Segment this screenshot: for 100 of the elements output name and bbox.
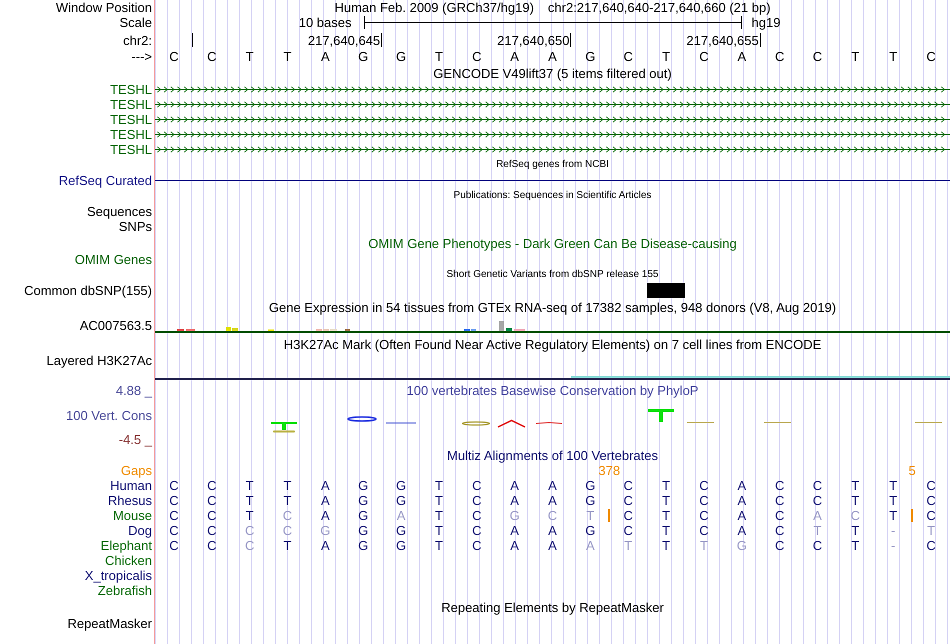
conservation-mark	[687, 422, 714, 423]
track-label: Sequences	[86, 204, 152, 219]
aligned-base: C	[282, 523, 292, 538]
track-label: TESHL	[110, 127, 152, 142]
base-letter: C	[206, 48, 218, 64]
track-title: Publications: Sequences in Scientific Articles	[454, 190, 652, 202]
expression-bar	[506, 328, 512, 331]
aligned-base: T	[434, 523, 443, 538]
aligned-base: T	[284, 478, 292, 493]
aligned-base: A	[737, 508, 746, 523]
aligned-base: A	[813, 508, 822, 523]
aligned-base: T	[889, 493, 898, 508]
aligned-base: A	[510, 478, 519, 493]
aligned-base: C	[624, 523, 633, 538]
aligned-base: T	[889, 508, 898, 523]
base-letter: A	[547, 48, 558, 64]
base-letter: G	[584, 48, 596, 64]
aligned-base: G	[358, 508, 368, 523]
aligned-base: T	[586, 508, 594, 523]
aligned-base: A	[321, 508, 330, 523]
aligned-base: C	[774, 478, 784, 493]
base-letter: C	[168, 48, 180, 64]
base-letter: T	[850, 48, 860, 64]
aligned-base: G	[396, 478, 406, 493]
aligned-base: C	[207, 478, 216, 493]
aligned-base: A	[737, 493, 746, 508]
aligned-base: G	[510, 508, 520, 523]
track-label: SNPs	[118, 219, 152, 234]
base-letter: C	[622, 48, 634, 64]
track-label: AC007563.5	[80, 318, 152, 333]
base-letter: G	[357, 48, 370, 64]
insertion-mark	[608, 509, 610, 522]
axis-label: 4.88 _	[116, 383, 152, 398]
track-title: GENCODE V49lift37 (5 items filtered out)	[433, 66, 672, 80]
aligned-base: C	[472, 523, 482, 538]
base-letter: T	[661, 48, 672, 64]
aligned-base: C	[624, 508, 633, 523]
ruler-tick	[381, 33, 382, 47]
conservation-mark	[498, 420, 526, 428]
aligned-base: C	[699, 478, 709, 493]
gap-count: 378	[598, 463, 620, 478]
aligned-base: T	[851, 493, 860, 508]
aligned-base: G	[396, 538, 406, 553]
conservation-mark	[648, 409, 674, 422]
aligned-base: A	[548, 538, 557, 553]
aligned-base: A	[737, 523, 746, 538]
aligned-base: T	[284, 493, 292, 508]
conservation-mark	[536, 422, 562, 424]
aligned-base: A	[321, 493, 330, 508]
row-label: chr2:	[123, 33, 152, 48]
base-letter: A	[509, 48, 520, 64]
aligned-base: G	[585, 523, 596, 538]
aligned-base: A	[548, 523, 557, 538]
aligned-base: C	[244, 538, 254, 553]
aligned-base: A	[548, 493, 557, 508]
aligned-base: T	[851, 523, 860, 538]
aligned-base: C	[207, 538, 216, 553]
base-letter: A	[320, 48, 331, 64]
coordinate-label: 217,640,645	[308, 33, 380, 48]
aligned-base: C	[699, 493, 709, 508]
aligned-base: C	[926, 508, 936, 523]
aligned-base: C	[169, 478, 179, 493]
aligned-base: C	[926, 493, 936, 508]
track-label: TESHL	[110, 97, 152, 112]
aligned-base: G	[320, 523, 330, 538]
row-label: --->	[131, 48, 152, 64]
aligned-base: A	[586, 538, 595, 553]
position-range: chr2:217,640,640-217,640,660 (21 bp)	[548, 0, 771, 15]
aligned-base: C	[774, 508, 784, 523]
aligned-base: C	[624, 493, 633, 508]
track-label: TESHL	[110, 112, 152, 127]
aligned-base: T	[434, 493, 443, 508]
track-title: RefSeq genes from NCBI	[496, 159, 609, 171]
aligned-base: T	[434, 478, 443, 493]
base-letter: A	[736, 48, 748, 64]
aligned-base: T	[851, 538, 860, 553]
coordinate-label: 217,640,650	[497, 33, 570, 48]
row-label: Scale	[119, 15, 152, 30]
aligned-base: A	[510, 538, 519, 553]
aligned-base: C	[812, 538, 822, 553]
species-label: Zebrafish	[98, 583, 152, 598]
aligned-base: C	[207, 523, 216, 538]
track-title: H3K27Ac Mark (Often Found Near Active Regulatory Elements) on 7 cell lines from ENCODE	[284, 336, 822, 352]
aligned-base: G	[358, 523, 368, 538]
base-letter: C	[698, 48, 710, 64]
aligned-base: C	[169, 493, 179, 508]
aligned-base: G	[358, 538, 368, 553]
conservation-mark	[386, 422, 416, 424]
aligned-base: C	[774, 523, 784, 538]
aligned-base: C	[472, 493, 482, 508]
base-letter: T	[888, 48, 898, 64]
aligned-base: C	[472, 478, 482, 493]
conservation-mark	[915, 422, 942, 423]
aligned-base: C	[624, 478, 633, 493]
ruler-tick	[570, 33, 572, 47]
aligned-base: T	[814, 523, 822, 538]
ruler-tick	[760, 33, 761, 47]
aligned-base: G	[396, 493, 406, 508]
base-letter: T	[434, 48, 444, 64]
aligned-base: A	[396, 508, 406, 523]
